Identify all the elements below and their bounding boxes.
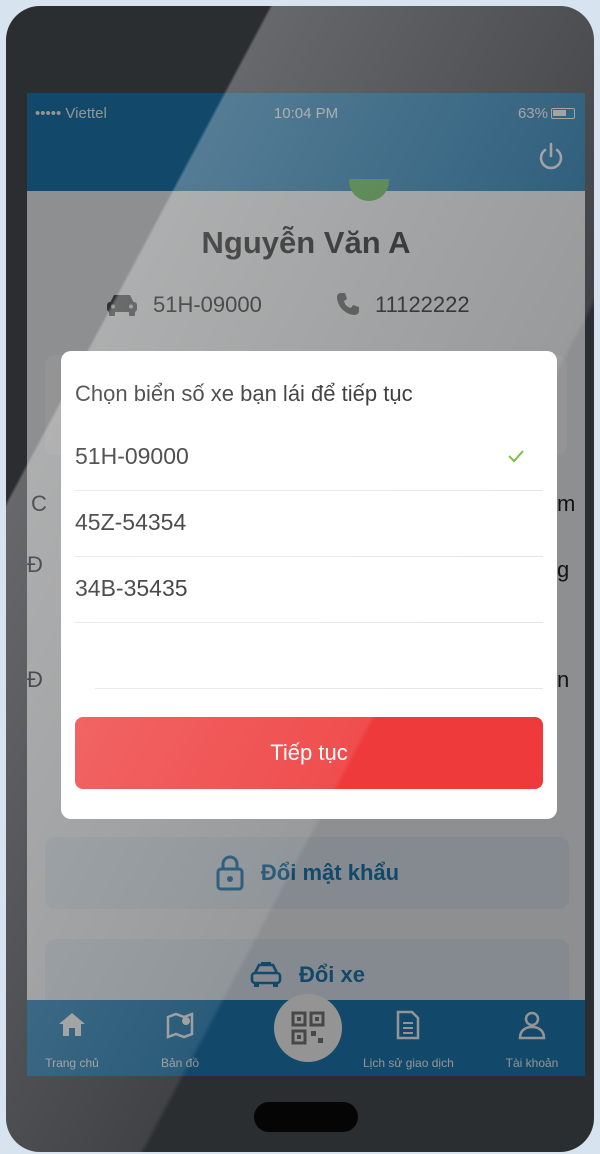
app-screen: ••••• Viettel 10:04 PM 63% Nguyễn Văn A … bbox=[27, 93, 585, 1076]
plate-option[interactable]: 45Z-54354 bbox=[75, 491, 543, 557]
plate-option-text: 51H-09000 bbox=[75, 443, 189, 469]
home-button[interactable] bbox=[254, 1102, 358, 1132]
plate-option[interactable] bbox=[95, 623, 543, 689]
plate-option[interactable]: 34B-35435 bbox=[75, 557, 543, 623]
continue-button[interactable]: Tiếp tục bbox=[75, 717, 543, 789]
check-icon bbox=[508, 450, 524, 463]
dialog-title: Chọn biển số xe bạn lái để tiếp tục bbox=[75, 381, 413, 406]
phone-frame: ••••• Viettel 10:04 PM 63% Nguyễn Văn A … bbox=[6, 6, 594, 1152]
select-plate-dialog: Chọn biển số xe bạn lái để tiếp tục 51H-… bbox=[61, 351, 557, 819]
plate-option-text: 34B-35435 bbox=[75, 575, 188, 601]
plate-option-text: 45Z-54354 bbox=[75, 509, 187, 535]
plate-option[interactable]: 51H-09000 bbox=[75, 425, 543, 491]
